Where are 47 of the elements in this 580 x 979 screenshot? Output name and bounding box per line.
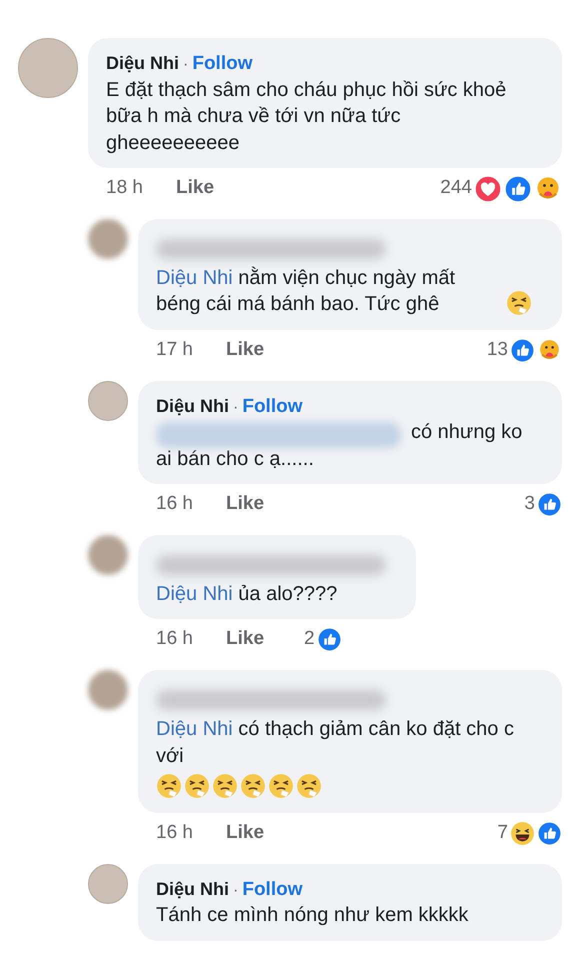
comment-text: Diệu Nhi nằm viện chục ngày mất béng cái má bánh bao. Tức ghê (156, 266, 456, 318)
laughing-face-icon (510, 820, 535, 846)
reaction-count: 244 (440, 176, 472, 200)
author-name: Diệu Nhi (156, 396, 230, 416)
sneezing-face-icon (268, 773, 294, 800)
heart-reaction-icon (474, 174, 502, 203)
comment-text: Diệu Nhi có thạch giảm cân ko đặt cho c với (156, 716, 515, 769)
comment-time: 16 h (156, 821, 194, 846)
author-name: Diệu Nhi (156, 878, 230, 899)
mention-link[interactable]: Diệu Nhi (156, 718, 233, 740)
sneezing-face-icon (212, 773, 238, 800)
reaction-count: 7 (497, 821, 508, 846)
sneezing-face-icon (240, 773, 266, 800)
comment-text: Diệu Nhi ủa alo???? (156, 582, 338, 607)
follow-link[interactable]: Follow (242, 878, 302, 900)
reaction-count: 3 (524, 492, 535, 516)
reaction-count: 13 (486, 338, 508, 362)
comment-text: có nhưng ko ai bán cho c ạ...... (156, 420, 524, 472)
like-link[interactable]: Like (226, 336, 264, 365)
separator-dot: · (183, 56, 188, 73)
sneezing-face-icon (156, 773, 182, 800)
follow-link[interactable]: Follow (192, 53, 252, 74)
comment-time: 16 h (156, 492, 194, 516)
reaction-count: 2 (304, 627, 315, 652)
comment-text: E đặt thạch sâm cho cháu phục hồi sức khoẻ bữa h mà chưa về tới vn nữa tức gheeeeeeeeee (106, 78, 508, 156)
mention-link[interactable]: Diệu Nhi (156, 266, 233, 289)
mention-link[interactable]: Diệu Nhi (156, 582, 233, 605)
comment-time: 18 h (106, 176, 144, 200)
sneezing-face-icon (506, 290, 532, 316)
like-reaction-icon (510, 338, 535, 363)
like-link[interactable]: Like (176, 174, 214, 203)
separator-dot: · (233, 398, 238, 416)
like-reaction-icon (504, 174, 532, 203)
like-reaction-icon (537, 492, 562, 518)
comment-time: 16 h (156, 627, 194, 652)
like-reaction-icon (316, 627, 342, 652)
author-name: Diệu Nhi (106, 53, 180, 73)
separator-dot: · (233, 882, 238, 899)
like-reaction-icon (537, 820, 562, 846)
comment-time: 17 h (156, 338, 194, 362)
sneezing-face-icon (296, 773, 322, 800)
comment-text: Tánh ce mình nóng như kem kkkkk (156, 903, 468, 928)
follow-link[interactable]: Follow (242, 396, 302, 417)
like-link[interactable]: Like (226, 490, 264, 519)
like-link[interactable]: Like (226, 819, 264, 848)
like-link[interactable]: Like (226, 625, 264, 654)
sneezing-face-icon (184, 773, 210, 800)
